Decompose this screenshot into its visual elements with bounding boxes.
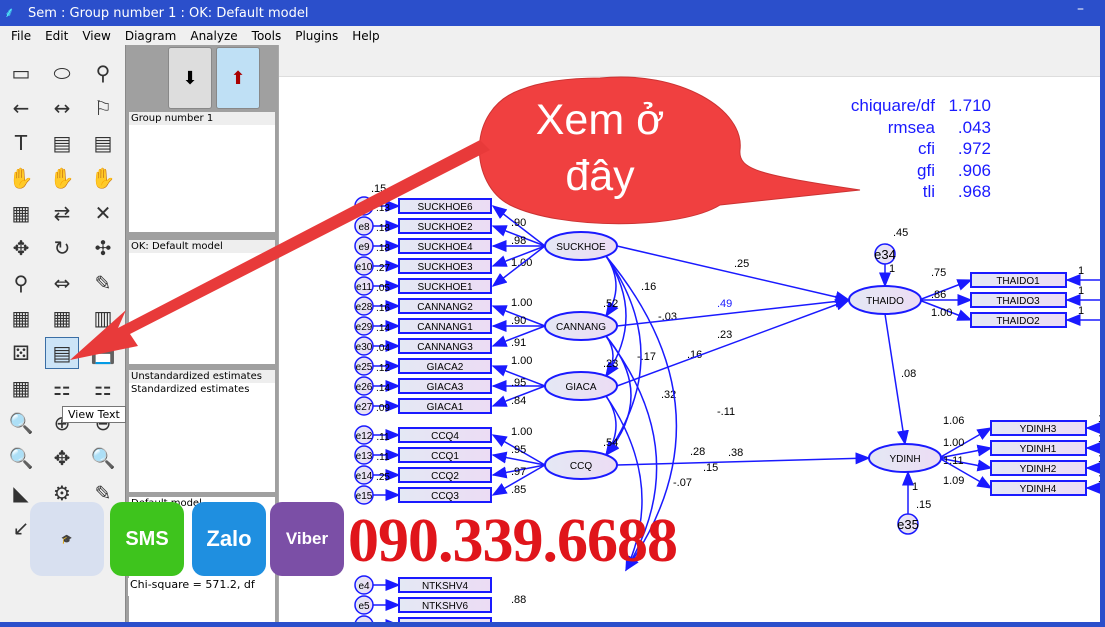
sms-icon[interactable]: SMS: [110, 502, 184, 576]
graduation-photo: 🎓: [30, 502, 104, 576]
contact-banner: 🎓 SMS Zalo Viber 090.339.6688: [30, 502, 750, 580]
viber-icon[interactable]: Viber: [270, 502, 344, 576]
callout-line2: đây: [565, 152, 635, 200]
callout-line1: Xem ở: [535, 96, 665, 144]
red-arrow: [70, 140, 490, 360]
zalo-icon[interactable]: Zalo: [192, 502, 266, 576]
view-text-tooltip: View Text: [62, 406, 126, 423]
phone-number[interactable]: 090.339.6688: [348, 506, 678, 577]
callout-text: Xem ở đây: [500, 92, 700, 204]
